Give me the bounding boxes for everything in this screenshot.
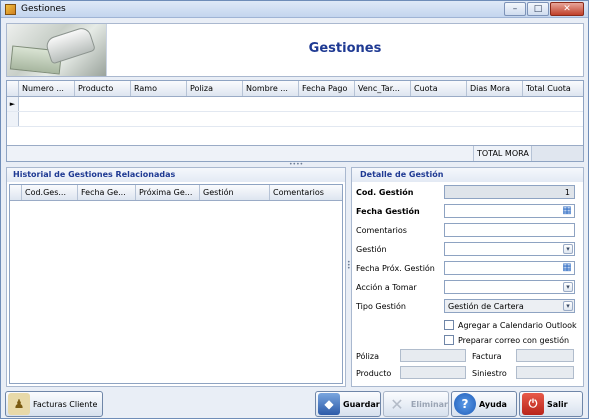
tipo-gestion-select: Gestión de Cartera ▾ xyxy=(444,299,575,313)
row-selector[interactable] xyxy=(7,112,19,126)
total-mora-bar: TOTAL MORA xyxy=(7,145,583,161)
main-window: Gestiones – □ ✕ Gestiones Numero ... Pro… xyxy=(0,0,589,419)
chevron-down-icon[interactable]: ▾ xyxy=(563,282,573,292)
total-mora-label: TOTAL MORA xyxy=(473,146,531,161)
calendar-icon[interactable]: ▦ xyxy=(561,205,573,217)
fecha-gestion-row: Fecha Gestión ▦ xyxy=(356,204,581,219)
window-title: Gestiones xyxy=(21,4,66,14)
phone-illustration xyxy=(44,25,96,65)
tipo-gestion-label: Tipo Gestión xyxy=(356,302,406,311)
comentarios-row: Comentarios xyxy=(356,223,581,238)
minimize-button[interactable]: – xyxy=(504,2,526,16)
title-bar[interactable]: Gestiones – □ ✕ xyxy=(1,1,588,18)
history-grid-header: Cod.Ges... Fecha Ge... Próxima Ge... Ges… xyxy=(10,185,342,201)
tipo-gestion-row: Tipo Gestión Gestión de Cartera ▾ xyxy=(356,299,581,314)
app-icon xyxy=(5,4,16,15)
policies-grid[interactable]: Numero ... Producto Ramo Poliza Nombre .… xyxy=(6,80,584,162)
salir-button[interactable]: ⏻ Salir xyxy=(519,391,583,417)
col-poliza[interactable]: Poliza xyxy=(187,81,243,96)
fecha-prox-gestion-field[interactable]: ▦ xyxy=(444,261,575,275)
invoice-person-icon: ♟ xyxy=(8,393,30,415)
factura-label: Factura xyxy=(472,352,502,361)
row-selector-header[interactable] xyxy=(10,185,22,200)
fecha-gestion-field[interactable]: ▦ xyxy=(444,204,575,218)
siniestro-label: Siniestro xyxy=(472,369,507,378)
siniestro-field xyxy=(516,366,574,379)
help-icon: ? xyxy=(454,393,476,415)
tipo-gestion-value: Gestión de Cartera xyxy=(448,302,524,311)
chevron-down-icon: ▾ xyxy=(563,301,573,311)
col-total-cuota[interactable]: Total Cuota xyxy=(523,81,579,96)
fecha-prox-gestion-row: Fecha Próx. Gestión ▦ xyxy=(356,261,581,276)
factura-field xyxy=(516,349,574,362)
ayuda-label: Ayuda xyxy=(479,399,507,409)
grid-empty-row xyxy=(7,112,583,127)
eliminar-button: ✕ Eliminar xyxy=(383,391,449,417)
agregar-calendario-label: Agregar a Calendario Outlook xyxy=(458,321,577,330)
calendar-icon[interactable]: ▦ xyxy=(561,262,573,274)
preparar-correo-box[interactable] xyxy=(444,335,454,345)
ayuda-button[interactable]: ? Ayuda xyxy=(451,391,517,417)
gestion-select[interactable]: ▾ xyxy=(444,242,575,256)
history-panel: Historial de Gestiones Relacionadas Cod.… xyxy=(6,167,346,387)
col-cod-gestion[interactable]: Cod.Ges... xyxy=(22,185,78,200)
facturas-cliente-button[interactable]: ♟ Facturas Cliente xyxy=(5,391,103,417)
col-nombre[interactable]: Nombre ... xyxy=(243,81,299,96)
maximize-button[interactable]: □ xyxy=(527,2,549,16)
history-grid[interactable]: Cod.Ges... Fecha Ge... Próxima Ge... Ges… xyxy=(9,184,343,384)
history-title: Historial de Gestiones Relacionadas xyxy=(7,168,345,182)
gestion-label: Gestión xyxy=(356,245,387,254)
cod-gestion-label: Cod. Gestión xyxy=(356,188,414,197)
col-dias-mora[interactable]: Dias Mora xyxy=(467,81,523,96)
col-ramo[interactable]: Ramo xyxy=(131,81,187,96)
producto-label: Producto xyxy=(356,369,392,378)
col-gestion[interactable]: Gestión xyxy=(200,185,270,200)
poliza-field xyxy=(400,349,466,362)
close-button[interactable]: ✕ xyxy=(550,2,584,16)
delete-icon: ✕ xyxy=(390,394,404,414)
cod-gestion-row: Cod. Gestión 1 xyxy=(356,185,581,200)
comentarios-label: Comentarios xyxy=(356,226,407,235)
eliminar-label: Eliminar xyxy=(410,399,448,409)
facturas-cliente-label: Facturas Cliente xyxy=(33,399,98,409)
power-icon: ⏻ xyxy=(522,393,544,415)
poliza-label: Póliza xyxy=(356,352,379,361)
grid-header: Numero ... Producto Ramo Poliza Nombre .… xyxy=(7,81,583,97)
new-row-indicator: ► xyxy=(7,97,19,111)
guardar-label: Guardar xyxy=(343,399,380,409)
save-icon: ◆ xyxy=(318,393,340,415)
col-venc-tar[interactable]: Venc_Tar... xyxy=(355,81,411,96)
grid-new-row[interactable]: ► xyxy=(7,97,583,112)
total-mora-value xyxy=(531,146,583,161)
col-numero[interactable]: Numero ... xyxy=(19,81,75,96)
producto-field xyxy=(400,366,466,379)
banner-image xyxy=(7,24,107,76)
detail-panel: Detalle de Gestión Cod. Gestión 1 Fecha … xyxy=(351,167,584,387)
header-banner: Gestiones xyxy=(6,23,584,77)
col-fecha-pago[interactable]: Fecha Pago xyxy=(299,81,355,96)
col-proxima-gestion[interactable]: Próxima Ge... xyxy=(136,185,200,200)
col-fecha-gestion[interactable]: Fecha Ge... xyxy=(78,185,136,200)
cod-gestion-field: 1 xyxy=(444,185,575,199)
row-selector-header[interactable] xyxy=(7,81,19,96)
col-producto[interactable]: Producto xyxy=(75,81,131,96)
salir-label: Salir xyxy=(547,399,568,409)
fecha-prox-gestion-label: Fecha Próx. Gestión xyxy=(356,264,435,273)
window-controls: – □ ✕ xyxy=(504,2,584,16)
col-comentarios[interactable]: Comentarios xyxy=(270,185,342,200)
gestion-row: Gestión ▾ xyxy=(356,242,581,257)
agregar-calendario-box[interactable] xyxy=(444,320,454,330)
chevron-down-icon[interactable]: ▾ xyxy=(563,244,573,254)
accion-tomar-label: Acción a Tomar xyxy=(356,283,417,292)
accion-tomar-row: Acción a Tomar ▾ xyxy=(356,280,581,295)
col-cuota[interactable]: Cuota xyxy=(411,81,467,96)
preparar-correo-label: Preparar correo con gestión xyxy=(458,336,570,345)
page-title: Gestiones xyxy=(308,41,382,56)
guardar-button[interactable]: ◆ Guardar xyxy=(315,391,381,417)
accion-tomar-select[interactable]: ▾ xyxy=(444,280,575,294)
fecha-gestion-label: Fecha Gestión xyxy=(356,207,420,216)
comentarios-field[interactable] xyxy=(444,223,575,237)
detail-title: Detalle de Gestión xyxy=(352,168,583,182)
